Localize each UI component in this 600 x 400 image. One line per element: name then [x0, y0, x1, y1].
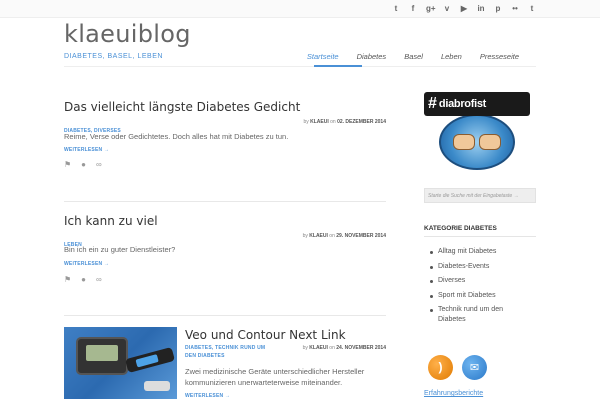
post-item: Das vielleicht längste Diabetes Gedicht …: [64, 100, 386, 169]
post-actions: ⚑ ● ∞: [64, 160, 386, 169]
search-input[interactable]: Starte die Suche mit der Eingabetaste →: [424, 188, 536, 203]
youtube-icon[interactable]: ▶: [460, 4, 468, 13]
category-item[interactable]: Sport mit Diabetes: [430, 289, 522, 304]
top-bar: t f g+ v ▶ in p •• t: [0, 0, 600, 18]
post-divider: [64, 201, 386, 202]
comments-icon[interactable]: ●: [81, 275, 86, 284]
mail-icon[interactable]: ✉: [462, 355, 487, 380]
diabrofist-badge[interactable]: # diabrofist: [424, 92, 530, 172]
category-widget-title: KATEGORIE DIABETES: [424, 225, 497, 232]
social-links: t f g+ v ▶ in p •• t: [392, 4, 536, 13]
post-item: Veo und Contour Next Link DIABETES, TECH…: [64, 327, 386, 400]
badge-circle-image: [439, 114, 515, 170]
post-date: 24. NOVEMBER 2014: [336, 345, 386, 351]
post-by: by: [302, 345, 308, 351]
post-title[interactable]: Das vielleicht längste Diabetes Gedicht: [64, 100, 386, 114]
post-meta: by KLAEUI on 29. NOVEMBER 2014: [303, 233, 386, 239]
hashtag-symbol: #: [428, 95, 437, 112]
post-on: on: [329, 345, 335, 351]
pinterest-icon[interactable]: p: [494, 4, 502, 13]
nav-item-presseseite[interactable]: Presseseite: [471, 52, 528, 61]
post-title[interactable]: Ich kann zu viel: [64, 214, 386, 228]
post-author[interactable]: KLAEUI: [309, 233, 328, 239]
rss-icon[interactable]: ): [428, 355, 453, 380]
read-more-link[interactable]: WEITERLESEN →: [64, 261, 386, 267]
read-more-link[interactable]: WEITERLESEN →: [64, 147, 386, 153]
post-item: Ich kann zu viel LEBEN by KLAEUI on 29. …: [64, 214, 386, 284]
category-list: Alltag mit Diabetes Diabetes-Events Dive…: [430, 245, 522, 325]
post-author[interactable]: KLAEUI: [310, 119, 329, 125]
comments-icon[interactable]: ●: [81, 160, 86, 169]
post-author[interactable]: KLAEUI: [309, 345, 328, 351]
post-date: 29. NOVEMBER 2014: [336, 233, 386, 239]
post-actions: ⚑ ● ∞: [64, 275, 386, 284]
nav-item-basel[interactable]: Basel: [395, 52, 432, 61]
fist-left-image: [453, 134, 475, 150]
post-categories[interactable]: LEBEN: [64, 242, 82, 248]
meter-device-image: [125, 347, 175, 373]
read-more-link[interactable]: WEITERLESEN →: [185, 393, 386, 399]
nav-divider: [64, 66, 536, 67]
badge-banner: # diabrofist: [424, 92, 530, 116]
site-title[interactable]: klaeuiblog: [64, 20, 191, 48]
facebook-icon[interactable]: f: [409, 4, 417, 13]
linkedin-icon[interactable]: in: [477, 4, 485, 13]
widget-divider: [424, 236, 536, 237]
nav-item-leben[interactable]: Leben: [432, 52, 471, 61]
post-divider: [64, 315, 386, 316]
post-on: on: [330, 119, 336, 125]
nav-item-diabetes[interactable]: Diabetes: [348, 52, 396, 61]
fist-right-image: [479, 134, 501, 150]
badge-label: diabrofist: [438, 98, 487, 110]
category-item[interactable]: Diverses: [430, 274, 522, 289]
post-excerpt: Bin ich ein zu guter Dienstleister?: [64, 245, 176, 254]
tumblr-icon[interactable]: t: [528, 4, 536, 13]
nav-item-startseite[interactable]: Startseite: [298, 52, 348, 61]
post-date: 02. DEZEMBER 2014: [337, 119, 386, 125]
category-item[interactable]: Diabetes-Events: [430, 260, 522, 275]
post-by: by: [302, 233, 308, 239]
link-icon[interactable]: ∞: [96, 160, 102, 169]
category-item[interactable]: Alltag mit Diabetes: [430, 245, 522, 260]
post-by: by: [303, 119, 309, 125]
vimeo-icon[interactable]: v: [443, 4, 451, 13]
post-on: on: [329, 233, 335, 239]
tag-icon[interactable]: ⚑: [64, 160, 71, 169]
post-meta: by KLAEUI on 24. NOVEMBER 2014: [303, 345, 386, 351]
erfahrungsberichte-link[interactable]: Erfahrungsberichte: [424, 390, 483, 397]
tag-icon[interactable]: ⚑: [64, 275, 71, 284]
post-title[interactable]: Veo und Contour Next Link: [185, 328, 386, 342]
pump-device-image: [76, 337, 128, 375]
post-thumbnail[interactable]: [64, 327, 177, 399]
link-icon[interactable]: ∞: [96, 275, 102, 284]
post-meta: by KLAEUI on 02. DEZEMBER 2014: [303, 119, 386, 125]
twitter-icon[interactable]: t: [392, 4, 400, 13]
main-nav: Startseite Diabetes Basel Leben Pressese…: [298, 52, 528, 61]
post-categories-line[interactable]: DEN DIABETES: [185, 353, 386, 359]
site-tagline: DIABETES, BASEL, LEBEN: [64, 53, 163, 60]
usb-device-image: [144, 381, 170, 391]
flickr-icon[interactable]: ••: [511, 4, 519, 13]
googleplus-icon[interactable]: g+: [426, 4, 436, 13]
nav-active-indicator: [314, 65, 362, 67]
post-excerpt: Zwei medizinische Geräte unterschiedlich…: [185, 367, 365, 387]
post-categories[interactable]: DIABETES, DIVERSES: [64, 128, 121, 134]
category-item[interactable]: Technik rund um den Diabetes: [430, 303, 522, 325]
